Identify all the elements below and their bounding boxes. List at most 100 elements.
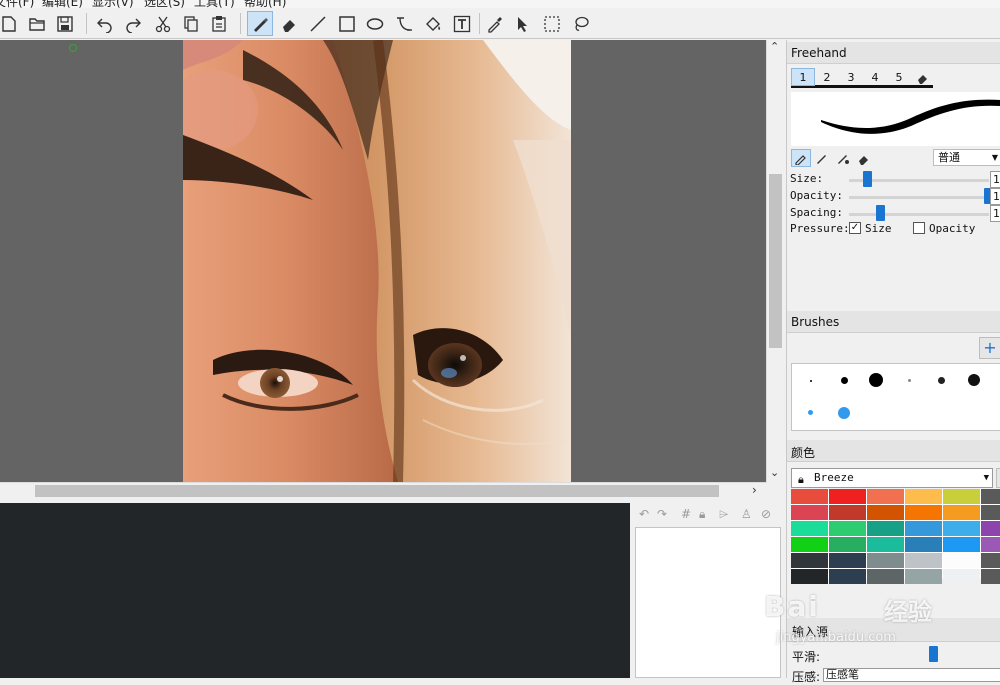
scroll-up-icon[interactable]: ⌃ <box>770 40 779 53</box>
preset-tab-4[interactable]: 4 <box>863 68 887 86</box>
canvas-photo[interactable] <box>183 40 571 482</box>
block-icon[interactable]: ⊘ <box>761 507 771 521</box>
color-swatch[interactable] <box>829 537 866 552</box>
smoothing-slider-handle[interactable] <box>929 646 938 662</box>
brush-preset[interactable] <box>908 379 911 382</box>
ellipse-icon[interactable] <box>362 11 388 36</box>
eraser-icon[interactable] <box>276 11 302 36</box>
color-swatch[interactable] <box>981 505 1000 520</box>
preset-tab-2[interactable]: 2 <box>815 68 839 86</box>
rectangle-icon[interactable] <box>334 11 360 36</box>
menu-file[interactable]: 文件(F) <box>0 0 34 8</box>
color-swatch[interactable] <box>791 505 828 520</box>
color-swatch[interactable] <box>943 505 980 520</box>
opacity-value[interactable]: 100 <box>990 188 1000 205</box>
brush-preset[interactable] <box>841 377 848 384</box>
color-swatch[interactable] <box>943 537 980 552</box>
color-swatch[interactable] <box>791 553 828 568</box>
save-icon[interactable] <box>52 11 78 36</box>
paste-icon[interactable] <box>206 11 232 36</box>
brush-preset[interactable] <box>838 407 850 419</box>
palette-menu-button[interactable] <box>996 468 1000 488</box>
color-swatch[interactable] <box>867 569 904 584</box>
canvas-vertical-scrollbar[interactable]: ⌃ ⌄ <box>766 40 784 483</box>
scroll-right-icon[interactable]: › <box>752 483 757 497</box>
color-swatch[interactable] <box>981 537 1000 552</box>
color-swatch[interactable] <box>791 569 828 584</box>
preset-tab-3[interactable]: 3 <box>839 68 863 86</box>
tag-icon[interactable]: ⌲ <box>719 507 728 522</box>
size-slider-handle[interactable] <box>862 171 872 187</box>
color-swatch[interactable] <box>905 537 942 552</box>
bezier-icon[interactable] <box>391 11 417 36</box>
move-pointer-icon[interactable] <box>510 11 536 36</box>
scroll-thumb[interactable] <box>35 485 719 497</box>
scroll-thumb[interactable] <box>769 174 782 348</box>
brush-list[interactable] <box>791 363 1000 431</box>
copy-icon[interactable] <box>178 11 204 36</box>
color-swatch[interactable] <box>829 553 866 568</box>
person-icon[interactable]: ♙ <box>741 507 752 521</box>
spacing-slider[interactable] <box>849 213 989 216</box>
color-swatch[interactable] <box>905 521 942 536</box>
color-swatch[interactable] <box>867 505 904 520</box>
undo-icon[interactable] <box>92 11 118 36</box>
palette-select[interactable]: 🔒︎ Breeze ▼ <box>791 468 993 488</box>
color-swatch[interactable] <box>867 489 904 504</box>
open-folder-icon[interactable] <box>24 11 50 36</box>
color-swatch[interactable] <box>943 489 980 504</box>
layer-list[interactable] <box>635 527 781 678</box>
text-icon[interactable] <box>449 11 475 36</box>
size-value[interactable]: 16 <box>990 171 1000 188</box>
menu-help[interactable]: 帮助(H) <box>244 0 286 8</box>
brush-preset[interactable] <box>808 410 813 415</box>
color-swatch[interactable] <box>905 569 942 584</box>
color-swatch[interactable] <box>905 505 942 520</box>
cut-icon[interactable] <box>150 11 176 36</box>
grid-icon[interactable]: # <box>681 507 691 521</box>
color-swatch[interactable] <box>829 489 866 504</box>
new-file-icon[interactable] <box>0 11 22 36</box>
spacing-slider-handle[interactable] <box>876 205 886 221</box>
color-swatch[interactable] <box>905 489 942 504</box>
add-brush-button[interactable]: + <box>979 337 1000 359</box>
eraser-type-icon[interactable] <box>854 149 874 167</box>
color-swatch[interactable] <box>943 521 980 536</box>
line-icon[interactable] <box>305 11 331 36</box>
color-swatch[interactable] <box>829 521 866 536</box>
redo-small-icon[interactable]: ↷ <box>657 507 667 521</box>
brush-preset[interactable] <box>810 380 812 382</box>
menu-edit[interactable]: 编辑(E) <box>42 0 83 8</box>
color-swatch[interactable] <box>791 537 828 552</box>
watercolor-type-icon[interactable] <box>833 149 853 167</box>
color-swatch[interactable] <box>981 569 1000 584</box>
spacing-value[interactable]: 15 <box>990 205 1000 222</box>
rect-select-icon[interactable] <box>539 11 565 36</box>
canvas-horizontal-scrollbar[interactable]: › <box>0 482 766 499</box>
menu-tools[interactable]: 工具(T) <box>194 0 235 8</box>
color-swatch[interactable] <box>829 569 866 584</box>
brush-preset[interactable] <box>968 374 980 386</box>
fill-bucket-icon[interactable] <box>420 11 446 36</box>
lock-icon[interactable]: 🔒︎ <box>699 507 705 522</box>
color-swatch[interactable] <box>867 553 904 568</box>
freehand-brush-icon[interactable] <box>247 11 273 36</box>
pen-type-icon[interactable] <box>791 149 811 167</box>
menu-view[interactable]: 显示(V) <box>92 0 134 8</box>
color-swatch[interactable] <box>791 521 828 536</box>
color-swatch[interactable] <box>943 569 980 584</box>
color-swatch[interactable] <box>981 489 1000 504</box>
preset-tab-5[interactable]: 5 <box>887 68 911 86</box>
color-picker-icon[interactable] <box>482 11 508 36</box>
blend-mode-select[interactable]: 普通 ▼ <box>933 149 1000 166</box>
color-swatch[interactable] <box>905 553 942 568</box>
brush-preset[interactable] <box>938 377 945 384</box>
brush-preset[interactable] <box>869 373 883 387</box>
opacity-slider[interactable] <box>849 196 989 199</box>
scroll-down-icon[interactable]: ⌄ <box>770 466 779 479</box>
color-swatch[interactable] <box>867 521 904 536</box>
color-swatch[interactable] <box>981 553 1000 568</box>
pressure-source-select[interactable]: 压感笔 <box>823 668 1000 682</box>
preset-tab-1[interactable]: 1 <box>791 68 815 86</box>
pressure-size-checkbox[interactable]: ✓ <box>849 222 861 234</box>
